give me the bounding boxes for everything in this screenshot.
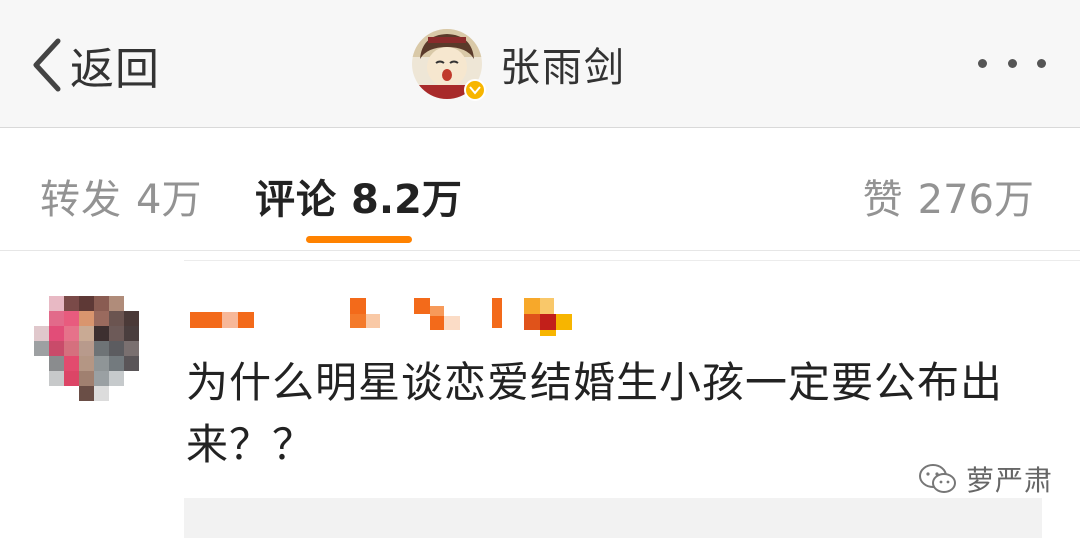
tab-like-count: 276万	[917, 177, 1034, 223]
back-button[interactable]: 返回	[28, 30, 160, 100]
commenter-username-pixelated[interactable]	[190, 298, 590, 336]
more-dot-icon	[1037, 58, 1046, 68]
tab-comment-label: 评论	[255, 177, 337, 223]
divider	[184, 260, 1080, 261]
comment-text: 为什么明星谈恋爱结婚生小孩一定要公布出来？？	[186, 358, 1004, 469]
tab-repost-label: 转发	[40, 177, 122, 223]
active-tab-indicator	[306, 236, 412, 243]
commenter-avatar-pixelated[interactable]	[34, 296, 144, 408]
tab-like-label: 赞	[862, 177, 904, 223]
back-label: 返回	[70, 44, 160, 95]
reply-preview-box[interactable]	[184, 498, 1042, 538]
watermark: 萝严肃	[918, 459, 1053, 499]
navigation-bar: 返回 张雨剑	[0, 0, 1080, 128]
profile-name[interactable]: 张雨剑	[500, 35, 626, 93]
watermark-text: 萝严肃	[966, 464, 1054, 497]
tab-comment[interactable]: 评论 8.2万	[255, 167, 462, 225]
comment-item: 为什么明星谈恋爱结婚生小孩一定要公布出来？？ 萝严肃	[0, 252, 1080, 538]
interaction-tabs: 转发 4万 评论 8.2万 赞 276万	[0, 129, 1080, 251]
more-dot-icon	[978, 58, 987, 68]
more-options-button[interactable]	[978, 50, 1046, 76]
chevron-left-icon	[33, 38, 61, 92]
avatar[interactable]	[412, 29, 486, 101]
wechat-icon	[919, 464, 956, 493]
more-dot-icon	[1007, 58, 1017, 68]
tab-repost-count: 4万	[136, 177, 202, 223]
profile-header[interactable]: 张雨剑	[412, 28, 626, 101]
tab-like[interactable]: 赞 276万	[863, 167, 1034, 225]
verified-badge-icon	[464, 79, 486, 101]
tab-comment-count: 8.2万	[351, 177, 462, 223]
tab-repost[interactable]: 转发 4万	[40, 167, 201, 225]
